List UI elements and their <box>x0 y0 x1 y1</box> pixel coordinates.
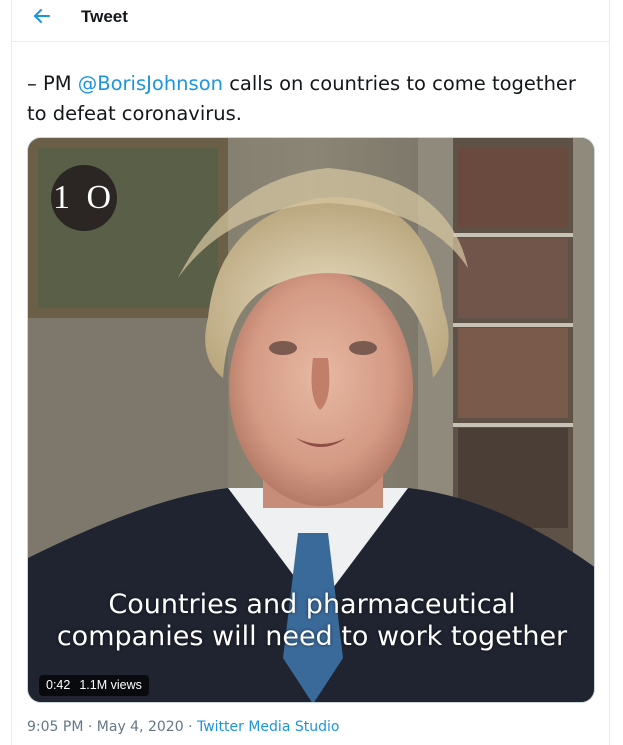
page-title: Tweet <box>81 7 128 26</box>
mention-link[interactable]: @BorisJohnson <box>78 72 223 95</box>
tweet-panel: Tweet – PM @BorisJohnson calls on countr… <box>11 0 610 745</box>
video-caption-line-2: companies will need to work together <box>56 621 568 652</box>
tweet-header: Tweet <box>12 0 609 42</box>
tweet-text-prefix: – PM <box>27 72 78 95</box>
video-duration: 0:42 <box>46 678 71 692</box>
video-views: 1.1M views <box>79 678 142 692</box>
tweet-source-link[interactable]: Twitter Media Studio <box>197 719 339 735</box>
video-player[interactable]: 1 O Countries and pharmaceutical compani… <box>27 137 595 703</box>
tweet-meta: 9:05 PM · May 4, 2020 · Twitter Media St… <box>27 719 339 735</box>
arrow-left-icon <box>34 9 50 23</box>
tweet-date[interactable]: May 4, 2020 <box>97 719 184 735</box>
video-caption-line-1: Countries and pharmaceutical <box>108 589 516 620</box>
meta-separator: · <box>188 719 193 735</box>
video-stats-badge: 0:42 1.1M views <box>39 675 149 696</box>
tweet-text: – PM @BorisJohnson calls on countries to… <box>27 69 587 129</box>
meta-separator: · <box>87 719 93 735</box>
back-button[interactable] <box>28 4 56 28</box>
number-10-logo: 1 O <box>51 165 117 231</box>
tweet-time[interactable]: 9:05 PM <box>27 719 83 735</box>
